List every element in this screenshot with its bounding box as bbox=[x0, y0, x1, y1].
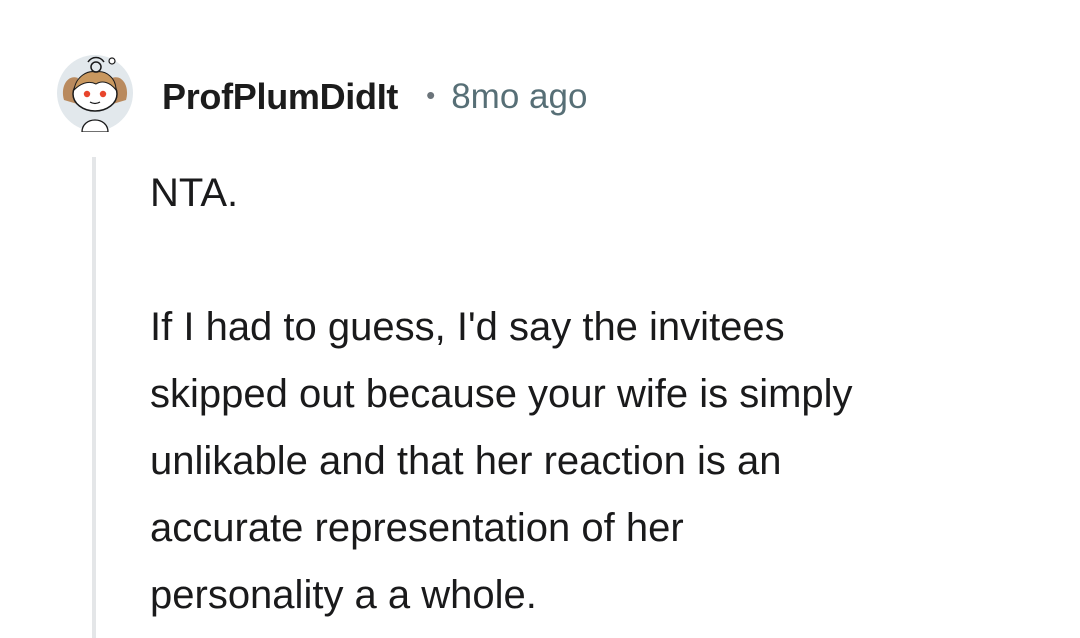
comment-line: personality a a whole. bbox=[150, 573, 537, 617]
user-avatar[interactable] bbox=[56, 54, 134, 133]
snoo-avatar-icon bbox=[57, 55, 133, 133]
comment-body: NTA. If I had to guess, I'd say the invi… bbox=[150, 160, 1050, 629]
comment-line: accurate representation of her bbox=[150, 506, 684, 550]
comment-line: unlikable and that her reaction is an bbox=[150, 439, 782, 483]
comment-line: If I had to guess, I'd say the invitees bbox=[150, 305, 785, 349]
comment-paragraph: If I had to guess, I'd say the invitees … bbox=[150, 294, 1050, 629]
comment-header: ProfPlumDidIt • 8mo ago bbox=[162, 72, 587, 122]
username-link[interactable]: ProfPlumDidIt bbox=[162, 76, 398, 118]
comment: ProfPlumDidIt • 8mo ago NTA. If I had to… bbox=[0, 0, 1080, 638]
comment-paragraph: NTA. bbox=[150, 171, 239, 215]
timestamp: 8mo ago bbox=[451, 77, 588, 116]
separator-dot: • bbox=[426, 79, 436, 110]
comment-line: skipped out because your wife is simply bbox=[150, 372, 853, 416]
thread-line[interactable] bbox=[92, 157, 96, 638]
